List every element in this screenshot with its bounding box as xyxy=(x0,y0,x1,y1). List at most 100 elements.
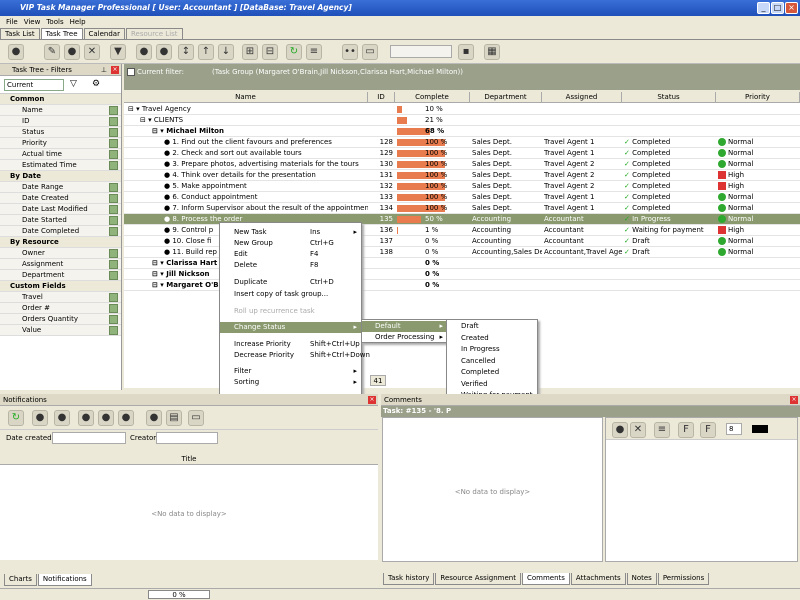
tab-permissions[interactable]: Permissions xyxy=(657,573,710,585)
notif-send-icon[interactable]: ● xyxy=(78,410,94,426)
resource-icon[interactable]: ● xyxy=(156,44,172,60)
status-option[interactable]: Verified xyxy=(447,379,537,390)
filter-item[interactable]: Actual time xyxy=(0,149,121,160)
filter-item[interactable]: Assignment xyxy=(0,259,121,270)
tab-calendar[interactable]: Calendar xyxy=(83,28,125,39)
filter-toggle-icon[interactable] xyxy=(109,106,118,115)
tab-task-history[interactable]: Task history xyxy=(383,573,435,585)
zoom-select[interactable] xyxy=(390,45,452,58)
filter-item[interactable]: Date Started xyxy=(0,215,121,226)
col-header-department[interactable]: Department xyxy=(470,92,542,103)
filter-item[interactable]: Owner xyxy=(0,248,121,259)
filter-item[interactable]: Orders Quantity xyxy=(0,314,121,325)
filter-toggle-icon[interactable] xyxy=(109,194,118,203)
notif-new-icon[interactable]: ● xyxy=(54,410,70,426)
tab-comments[interactable]: Comments xyxy=(521,573,570,585)
submenu-default[interactable]: Default ▸ xyxy=(362,321,446,332)
table-row[interactable]: ● 2. Check and sort out available tours 1… xyxy=(124,148,800,159)
close-notifications-icon[interactable]: × xyxy=(368,396,376,404)
filter-group-by-date[interactable]: By Date xyxy=(0,171,121,182)
status-option[interactable]: Cancelled xyxy=(447,356,537,367)
tab-task-tree[interactable]: Task Tree xyxy=(40,28,83,39)
context-menu-item[interactable]: Delete F8 xyxy=(220,260,361,271)
filter-item[interactable]: Date Created xyxy=(0,193,121,204)
current-filter-select[interactable]: Current xyxy=(4,79,64,91)
copy-task-icon[interactable]: ● xyxy=(64,44,80,60)
save-view-icon[interactable]: ▪ xyxy=(458,44,474,60)
current-filter-checkbox[interactable] xyxy=(127,68,135,76)
move-down-icon[interactable]: ↓ xyxy=(218,44,234,60)
notif-user-icon[interactable]: ● xyxy=(146,410,162,426)
table-row[interactable]: ● 5. Make appointment 132 100 % Sales Dept.… xyxy=(124,181,800,192)
col-header-assigned[interactable]: Assigned xyxy=(542,92,622,103)
filter-item[interactable]: Value xyxy=(0,325,121,336)
tab-notifications[interactable]: Notifications xyxy=(37,574,92,586)
status-option[interactable]: Created xyxy=(447,333,537,344)
creator-select[interactable] xyxy=(156,432,218,444)
notif-options-icon[interactable]: ▭ xyxy=(188,410,204,426)
filter-group-custom-fields[interactable]: Custom Fields xyxy=(0,281,121,292)
page-icon[interactable]: ▭ xyxy=(362,44,378,60)
close-panel-icon[interactable]: × xyxy=(111,66,119,74)
menu-file[interactable]: File xyxy=(6,16,18,28)
list-icon[interactable]: ≡ xyxy=(306,44,322,60)
tab-attachments[interactable]: Attachments xyxy=(570,573,626,585)
filter-item[interactable]: Date Last Modified xyxy=(0,204,121,215)
refresh-icon[interactable]: ↻ xyxy=(286,44,302,60)
filter-toggle-icon[interactable] xyxy=(109,150,118,159)
new-task-icon[interactable]: ● xyxy=(8,44,24,60)
filter-toggle-icon[interactable] xyxy=(109,326,118,335)
table-row[interactable]: ● 6. Conduct appointment 133 100 % Sales De… xyxy=(124,192,800,203)
pin-icon[interactable]: ⊥ xyxy=(101,64,107,76)
context-menu-item[interactable]: Increase Priority Shift+Ctrl+Up xyxy=(220,339,361,350)
context-menu-item[interactable]: Duplicate Ctrl+D xyxy=(220,277,361,288)
move-icon[interactable]: ↕ xyxy=(178,44,194,60)
maximize-button[interactable]: □ xyxy=(771,2,784,14)
context-menu-item[interactable]: Filter ▸ xyxy=(220,366,361,377)
filter-group-common[interactable]: Common xyxy=(0,94,121,105)
context-menu-item[interactable]: Insert copy of task group... xyxy=(220,289,361,300)
table-row[interactable]: ⊟ ▾ CLIENTS 21 % xyxy=(124,115,800,126)
notif-reply-icon[interactable]: ● xyxy=(118,410,134,426)
editor-align-icon[interactable]: ≡ xyxy=(654,422,670,438)
tab-notes[interactable]: Notes xyxy=(626,573,657,585)
notif-view-icon[interactable]: ● xyxy=(32,410,48,426)
filter-toggle-icon[interactable] xyxy=(109,161,118,170)
edit-task-icon[interactable]: ✎ xyxy=(44,44,60,60)
minimize-button[interactable]: _ xyxy=(757,2,770,14)
table-row[interactable]: ● 7. Inform Supervisor about the result … xyxy=(124,203,800,214)
editor-save-icon[interactable]: ● xyxy=(612,422,628,438)
filter-toggle-icon[interactable] xyxy=(109,183,118,192)
menu-help[interactable]: Help xyxy=(70,16,86,28)
col-header-status[interactable]: Status xyxy=(622,92,716,103)
context-menu-item[interactable]: Roll up recurrence task xyxy=(220,306,361,317)
editor-format-icon[interactable]: F xyxy=(700,422,716,438)
table-row[interactable]: ● 4. Think over details for the presenta… xyxy=(124,170,800,181)
status-option[interactable]: Completed xyxy=(447,367,537,378)
tab-task-list[interactable]: Task List xyxy=(0,28,40,39)
filter-icon[interactable]: ▼ xyxy=(110,44,126,60)
context-menu-item[interactable]: Edit F4 xyxy=(220,249,361,260)
delete-task-icon[interactable]: ✕ xyxy=(84,44,100,60)
tab-charts[interactable]: Charts xyxy=(4,574,37,586)
table-row[interactable]: ● 3. Prepare photos, advertising materia… xyxy=(124,159,800,170)
close-comments-icon[interactable]: × xyxy=(790,396,798,404)
filter-item[interactable]: Estimated Time xyxy=(0,160,121,171)
font-size-select[interactable]: 8 xyxy=(726,423,742,435)
filter-options-icon[interactable]: ⚙ xyxy=(92,79,100,89)
context-menu-item[interactable]: New Task Ins ▸ xyxy=(220,227,361,238)
expand-icon[interactable]: ⊞ xyxy=(242,44,258,60)
notif-refresh-icon[interactable]: ↻ xyxy=(8,410,24,426)
context-menu-item[interactable]: Decrease Priority Shift+Ctrl+Down xyxy=(220,350,370,361)
col-header-name[interactable]: Name xyxy=(124,92,368,103)
filter-toggle-icon[interactable] xyxy=(109,128,118,137)
context-menu-item[interactable]: New Group Ctrl+G xyxy=(220,238,361,249)
filter-funnel-icon[interactable]: ▽ xyxy=(70,79,77,89)
filter-toggle-icon[interactable] xyxy=(109,315,118,324)
close-window-button[interactable]: × xyxy=(785,2,798,14)
layout-icon[interactable]: •• xyxy=(342,44,358,60)
title-column-header[interactable]: Title xyxy=(0,454,378,465)
col-header-priority[interactable]: Priority xyxy=(716,92,800,103)
filter-toggle-icon[interactable] xyxy=(109,117,118,126)
filter-toggle-icon[interactable] xyxy=(109,260,118,269)
